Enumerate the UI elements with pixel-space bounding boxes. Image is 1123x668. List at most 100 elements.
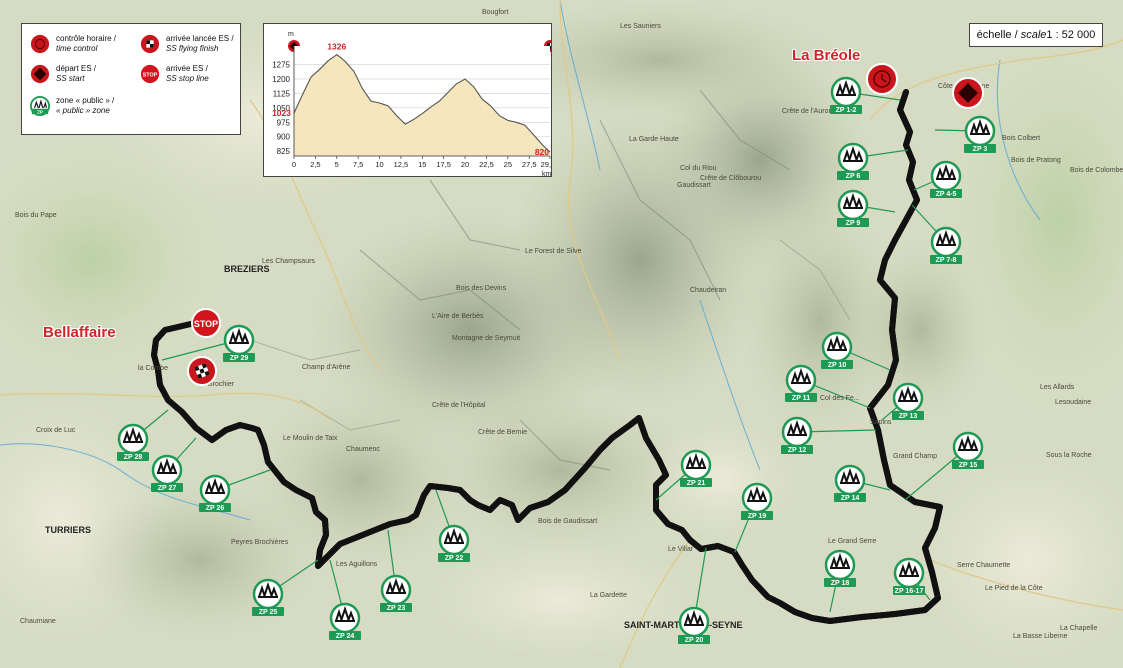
- start-altitude-label: 1023: [272, 108, 291, 118]
- public-zone-badge[interactable]: ZP 12: [781, 416, 813, 454]
- public-zone-badge[interactable]: ZP 21: [680, 449, 712, 487]
- legend-flying-finish-fr: arrivée lancée ES /: [166, 34, 234, 43]
- zp-label: ZP 13: [899, 413, 918, 420]
- place-name: Chaumenc: [346, 446, 380, 453]
- public-zone-badge[interactable]: ZP 19: [741, 482, 773, 520]
- legend-zp-text: ZP: [37, 109, 43, 114]
- public-zone-badge[interactable]: ZP 7-8: [930, 226, 962, 264]
- zp-label: ZP 18: [831, 580, 850, 587]
- public-zone-badge[interactable]: ZP 13: [892, 382, 924, 420]
- place-name: Bois des Devins: [456, 285, 507, 292]
- place-name: Chaudeiran: [690, 287, 726, 294]
- place-name: Bois de Colombet: [1070, 167, 1123, 174]
- zp-label: ZP 23: [387, 605, 406, 612]
- place-name: Crête de l'Hôpital: [432, 402, 486, 409]
- zp-label: ZP 29: [230, 355, 249, 362]
- public-zone-badge[interactable]: ZP 22: [438, 524, 470, 562]
- place-name: Bois de Pratong: [1011, 157, 1061, 164]
- public-zone-badge[interactable]: ZP 1-2: [830, 76, 862, 114]
- zp-label: ZP 28: [124, 454, 143, 461]
- public-zone-badge[interactable]: ZP 18: [824, 549, 856, 587]
- public-zone-badge[interactable]: ZP 25: [252, 578, 284, 616]
- public-zone-badge[interactable]: ZP 15: [952, 431, 984, 469]
- x-tick-label: 20: [461, 160, 469, 169]
- zp-label: ZP 26: [206, 505, 225, 512]
- place-name: Le Moulin de Taix: [283, 435, 338, 442]
- public-zone-badge[interactable]: ZP 10: [821, 331, 853, 369]
- end-altitude-label: 820: [535, 147, 549, 157]
- legend-public-zone: ZP zone « public » / « public » zone: [30, 96, 114, 116]
- legend-public-zone-en: « public » zone: [56, 106, 110, 115]
- x-tick-label: 25: [504, 160, 512, 169]
- public-zone-badge[interactable]: ZP 9: [837, 189, 869, 227]
- public-zone-badge[interactable]: ZP 3: [964, 115, 996, 153]
- place-name: Le Villar: [668, 546, 694, 553]
- public-zone-badge[interactable]: ZP 20: [678, 606, 710, 644]
- legend-ss-start-fr: départ ES /: [56, 64, 97, 73]
- place-name: Le Forest de Silve: [525, 248, 582, 255]
- scale-word: scale: [1020, 29, 1047, 41]
- place-name: Sapins: [870, 419, 892, 426]
- place-name: Les Aguillons: [336, 561, 378, 568]
- zp-label: ZP 27: [158, 485, 177, 492]
- public-zone-badge[interactable]: ZP 4-5: [930, 160, 962, 198]
- place-name: Chaumiane: [20, 618, 56, 625]
- public-zone-badge[interactable]: ZP 23: [380, 574, 412, 612]
- y-tick-label: 1275: [272, 61, 290, 70]
- legend-stop-line-en: SS stop line: [166, 74, 209, 83]
- stop-line-icon[interactable]: STOP: [191, 308, 221, 338]
- time-control-icon[interactable]: [866, 63, 898, 95]
- public-zone-badge[interactable]: ZP 29: [223, 324, 255, 362]
- place-name: Champ d'Arène: [302, 364, 351, 371]
- public-zone-badge[interactable]: ZP 16-17: [893, 557, 925, 595]
- public-zone-badge[interactable]: ZP 26: [199, 474, 231, 512]
- place-name: Grand Champ: [893, 453, 937, 460]
- place-name: L'Aire de Berbès: [432, 313, 484, 320]
- x-tick-label: 7,5: [353, 160, 363, 169]
- place-name: Les Allards: [1040, 384, 1075, 391]
- place-name: La Chapelle: [1060, 625, 1097, 632]
- zp-label: ZP 1-2: [836, 107, 857, 114]
- x-tick-label: 17,5: [436, 160, 451, 169]
- place-name: Col du Riou: [680, 165, 717, 172]
- x-tick-label: 15: [418, 160, 426, 169]
- public-zone-badge[interactable]: ZP 27: [151, 454, 183, 492]
- x-tick-label: 0: [292, 160, 296, 169]
- legend: contrôle horaire / time control départ ES…: [21, 23, 241, 135]
- place-name: Les Champsaurs: [262, 258, 315, 265]
- elevation-profile: 825 900 975 1050 1125 1200 1275 0 2,5 5 7,5 10 12,5 1…: [263, 23, 559, 178]
- y-tick-label: 1200: [272, 75, 290, 84]
- stop-marker-label: STOP: [194, 319, 218, 329]
- zp-label: ZP 10: [828, 362, 847, 369]
- flying-finish-icon[interactable]: [187, 356, 217, 386]
- x-tick-label: 5: [335, 160, 339, 169]
- public-zone-badge[interactable]: ZP 28: [117, 423, 149, 461]
- place-name: la Combe: [138, 365, 168, 372]
- zp-label: ZP 9: [846, 220, 861, 227]
- place-name: Crête de Clôbourou: [700, 175, 761, 182]
- zp-label: ZP 24: [336, 633, 355, 640]
- place-name: Lesoudaine: [1055, 399, 1091, 406]
- public-zone-badge[interactable]: ZP 24: [329, 602, 361, 640]
- legend-public-zone-fr: zone « public » /: [56, 96, 115, 105]
- zp-label: ZP 7-8: [936, 257, 957, 264]
- x-tick-label: 27,5: [522, 160, 537, 169]
- place-name: La Garde Haute: [629, 136, 679, 143]
- legend-flying-finish-en: SS flying finish: [166, 44, 219, 53]
- zp-label: ZP 6: [846, 173, 861, 180]
- public-zone-badge[interactable]: ZP 6: [837, 142, 869, 180]
- legend-stop-text: STOP: [143, 73, 158, 79]
- town-finish: Bellaffaire: [43, 324, 116, 341]
- place-name: Montagne de Seymuit: [452, 335, 520, 342]
- place-name: TURRIERS: [45, 525, 91, 535]
- public-zone-badge[interactable]: ZP 14: [834, 464, 866, 502]
- place-name: La Gardette: [590, 592, 627, 599]
- place-name: Bois du Pape: [15, 212, 57, 219]
- zp-label: ZP 21: [687, 480, 706, 487]
- legend-time-control-fr: contrôle horaire /: [56, 34, 117, 43]
- ss-start-icon[interactable]: [952, 77, 984, 109]
- x-tick-label: 10: [375, 160, 383, 169]
- public-zone-badge[interactable]: ZP 11: [785, 364, 817, 402]
- zp-label: ZP 22: [445, 555, 464, 562]
- zp-label: ZP 3: [973, 146, 988, 153]
